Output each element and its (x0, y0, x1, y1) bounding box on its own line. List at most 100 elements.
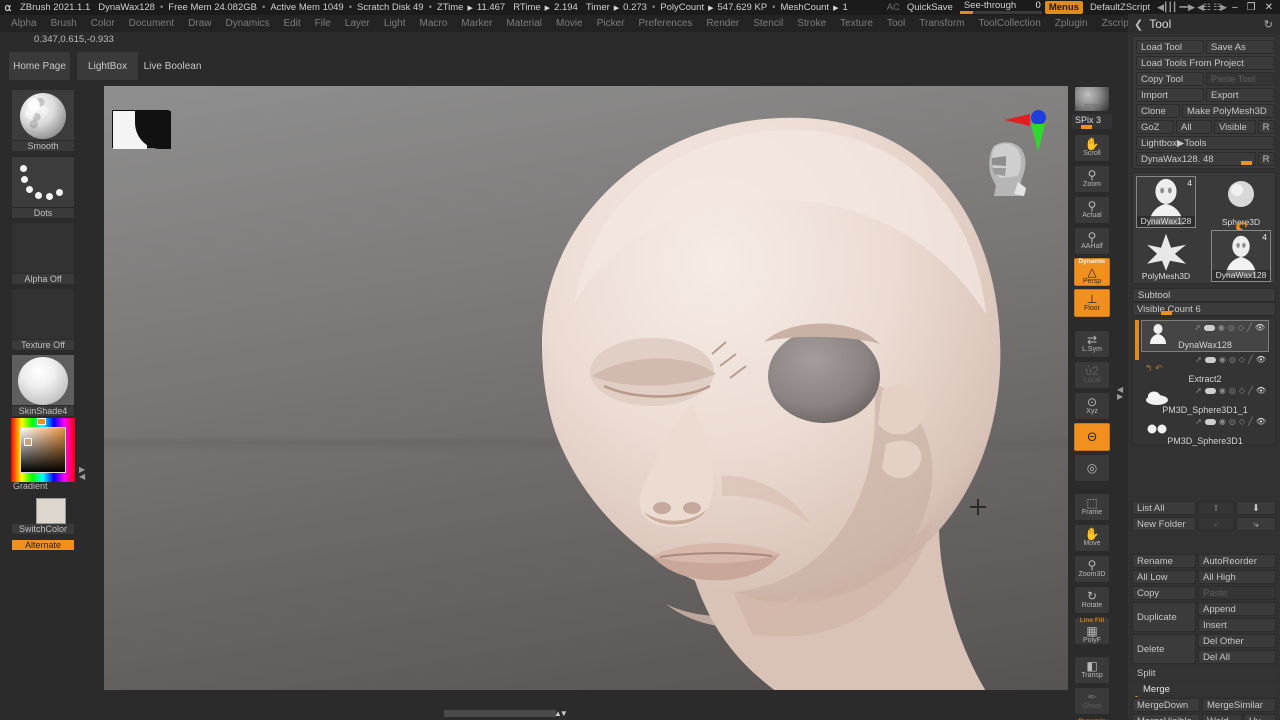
menu-item-preferences[interactable]: Preferences (631, 15, 699, 32)
tool-r-button[interactable]: R (1258, 152, 1274, 166)
history-icon[interactable]: ↻ (1264, 18, 1280, 31)
import-button[interactable]: Import (1136, 88, 1204, 102)
layout-prev-icon[interactable]: ◀☷ (1197, 2, 1211, 13)
right-shelf-button-l-sym[interactable]: ⇄ L.Sym (1074, 330, 1110, 358)
merge-similar-button[interactable]: MergeSimilar (1202, 698, 1276, 712)
right-shelf-button-rotate[interactable]: ↻ Rotate (1074, 586, 1110, 614)
right-shelf-button-icon-10[interactable]: ◎ (1074, 454, 1110, 482)
subtool-row-icons[interactable]: ➚ ◉ ◎ ◇ ╱ 👁 (1195, 417, 1266, 426)
delete-button[interactable]: Delete (1132, 634, 1196, 664)
goz-r-button[interactable]: R (1258, 120, 1274, 134)
menu-item-document[interactable]: Document (122, 15, 182, 32)
subtool-poly-icon[interactable]: ◇ (1239, 417, 1245, 426)
right-shelf-button-ghost[interactable]: ✒ Ghost (1074, 687, 1110, 715)
chevron-left-icon[interactable]: ❮ (1128, 18, 1143, 31)
subtool-paint-icon[interactable]: ➚ (1195, 355, 1202, 364)
menus-toggle[interactable]: Menus (1044, 1, 1083, 14)
navigation-head-widget[interactable] (980, 138, 1036, 198)
ac-toggle[interactable]: AC (887, 2, 900, 13)
menu-item-color[interactable]: Color (84, 15, 122, 32)
visible-count-knob[interactable] (1161, 311, 1172, 315)
right-shelf-button-aahalf[interactable]: ⚲ AAHalf (1074, 227, 1110, 255)
del-all-button[interactable]: Del All (1198, 650, 1276, 664)
alpha-thumbnail[interactable] (11, 222, 75, 274)
subtool-brush-icon[interactable]: ╱ (1248, 386, 1253, 395)
menu-item-macro[interactable]: Macro (413, 15, 455, 32)
menu-item-tool[interactable]: Tool (880, 15, 912, 32)
stroke-thumbnail[interactable] (11, 156, 75, 208)
home-page-button[interactable]: Home Page (8, 51, 71, 81)
clone-button[interactable]: Clone (1136, 104, 1180, 118)
right-shelf-button-scroll[interactable]: ✋ Scroll (1074, 134, 1110, 162)
subtool-eye-icon[interactable]: 👁 (1255, 323, 1265, 332)
menu-item-alpha[interactable]: Alpha (4, 15, 44, 32)
auto-reorder-button[interactable]: AutoReorder (1198, 554, 1276, 568)
subtool-row-pm3d-sphere3d1[interactable]: ➚ ◉ ◎ ◇ ╱ 👁 PM3D_Sphere3D1 (1141, 415, 1269, 447)
subtool-visible-pill[interactable] (1204, 387, 1216, 394)
append-button[interactable]: Append (1198, 602, 1276, 616)
move-up-button[interactable]: ⬆ (1198, 501, 1234, 515)
paste-tool-button[interactable]: Paste Tool (1206, 72, 1274, 86)
right-shelf-button-polyf[interactable]: Line Fill ▦ PolyF (1074, 617, 1110, 645)
canvas-scroll-arrows-icon[interactable]: ▲▼ (554, 709, 568, 718)
subtool-lock-icon[interactable]: ◉ (1219, 417, 1226, 426)
move-down-button[interactable]: ⬇ (1236, 501, 1276, 515)
merge-visible-button[interactable]: MergeVisible (1132, 714, 1200, 720)
menu-item-layer[interactable]: Layer (338, 15, 377, 32)
menu-item-stencil[interactable]: Stencil (746, 15, 790, 32)
subtool-brush-icon[interactable]: ╱ (1248, 355, 1253, 364)
menu-item-light[interactable]: Light (377, 15, 413, 32)
alternate-button[interactable]: Alternate (11, 540, 75, 551)
subtool-section-header[interactable]: Subtool (1132, 288, 1276, 302)
alpha-selector[interactable]: Alpha Off (11, 222, 75, 285)
subtool-visible-pill[interactable] (1203, 324, 1215, 331)
minimize-button[interactable]: – (1229, 2, 1241, 13)
spix-knob[interactable] (1081, 125, 1092, 129)
subtool-undo-icons[interactable]: ↰ ↶ (1145, 363, 1163, 374)
new-folder-button[interactable]: New Folder (1132, 517, 1196, 531)
rename-button[interactable]: Rename (1132, 554, 1196, 568)
move-out-button[interactable]: ⤶ (1198, 517, 1234, 531)
left-shelf-expand-arrows[interactable]: ▶ ◀ (79, 466, 85, 481)
subtool-eye-icon[interactable]: 👁 (1256, 386, 1266, 395)
canvas-alpha-preview[interactable] (112, 110, 171, 149)
all-low-button[interactable]: All Low (1132, 570, 1196, 584)
zscript-name[interactable]: DefaultZScript (1086, 2, 1154, 13)
export-button[interactable]: Export (1206, 88, 1274, 102)
subtool-eye-icon[interactable]: 👁 (1256, 355, 1266, 364)
menu-item-stroke[interactable]: Stroke (790, 15, 833, 32)
color-picker[interactable] (11, 418, 75, 482)
subtool-row-dynawax128[interactable]: ➚ ◉ ◎ ◇ ╱ 👁 DynaWax128 (1141, 320, 1269, 352)
right-shelf-button-xyz[interactable]: ⊙ Xyz (1074, 392, 1110, 420)
list-all-button[interactable]: List All (1132, 501, 1196, 515)
right-shelf-button-persp[interactable]: Dynamic △ Persp (1074, 258, 1110, 286)
right-shelf-button-floor[interactable]: ⊥ Floor (1074, 289, 1110, 317)
goz-visible-button[interactable]: Visible (1214, 120, 1256, 134)
menu-item-material[interactable]: Material (499, 15, 549, 32)
menu-item-marker[interactable]: Marker (454, 15, 499, 32)
menu-item-dynamics[interactable]: Dynamics (219, 15, 277, 32)
tool-thumb-dynawax128-a[interactable]: 4 DynaWax128 (1136, 176, 1196, 228)
lightbox-button[interactable]: LightBox (76, 51, 139, 81)
material-selector[interactable]: SkinShade4 (11, 354, 75, 417)
right-shelf-expand-arrows[interactable]: ◀ ▶ (1117, 386, 1123, 401)
subtool-row-extract2[interactable]: ↰ ↶ ➚ ◉ ◎ ◇ ╱ 👁 Extract2 (1141, 353, 1269, 385)
subtool-lock-icon[interactable]: ◉ (1219, 386, 1226, 395)
saturation-value-field[interactable] (20, 427, 66, 473)
quicksave-button[interactable]: QuickSave (903, 2, 957, 13)
subtool-brush-icon[interactable]: ╱ (1247, 323, 1252, 332)
right-shelf-button-transp[interactable]: ◧ Transp (1074, 656, 1110, 684)
subtool-poly-icon[interactable]: ◇ (1238, 323, 1244, 332)
subtool-lock-icon[interactable]: ◉ (1218, 323, 1225, 332)
maximize-button[interactable]: ❐ (1244, 2, 1259, 13)
subtool-paint-icon[interactable]: ➚ (1195, 386, 1202, 395)
all-high-button[interactable]: All High (1198, 570, 1276, 584)
subtool-row-icons[interactable]: ➚ ◉ ◎ ◇ ╱ 👁 (1195, 355, 1266, 364)
menu-item-toolcollection[interactable]: ToolCollection (972, 15, 1048, 32)
subtool-visible-pill[interactable] (1204, 418, 1216, 425)
sculpted-head-model[interactable] (434, 104, 1068, 690)
subtool-lock-icon[interactable]: ◉ (1219, 355, 1226, 364)
texture-selector[interactable]: Texture Off (11, 288, 75, 351)
color-marker[interactable] (24, 438, 32, 446)
load-tool-button[interactable]: Load Tool (1136, 40, 1204, 54)
